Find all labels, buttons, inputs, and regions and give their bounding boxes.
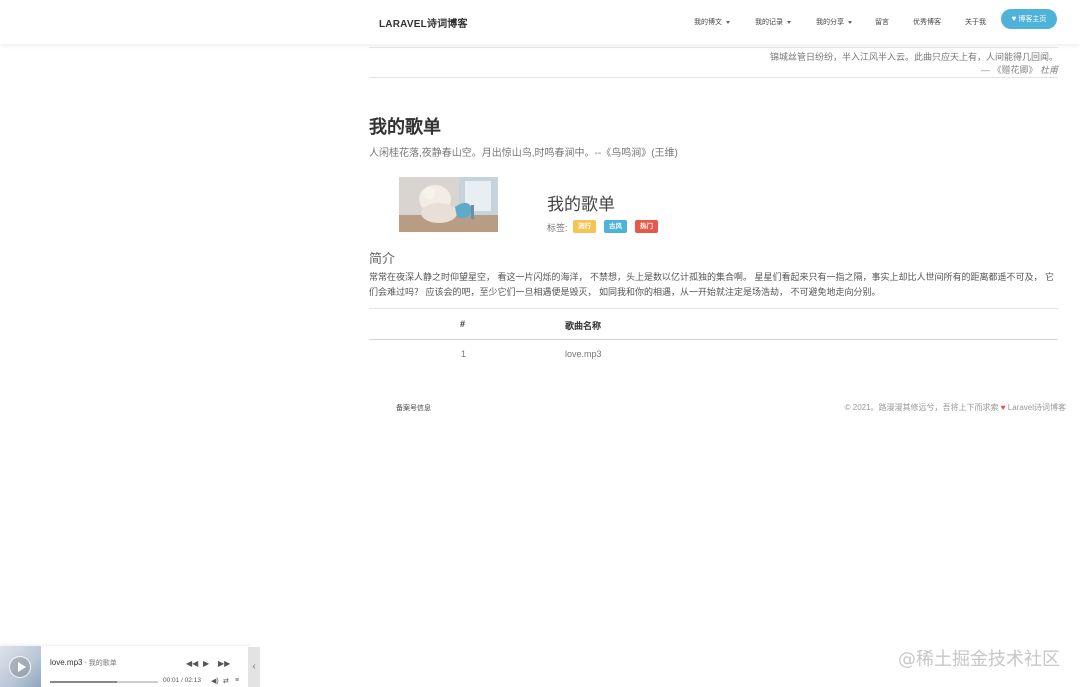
- chevron-down-icon: [787, 20, 791, 24]
- nav-label: 我的记录: [755, 19, 783, 26]
- player-song-title: love.mp3 - 我的歌单: [50, 658, 117, 668]
- blog-home-button[interactable]: ♥ 博客主页: [1001, 9, 1057, 29]
- volume-icon[interactable]: ◀): [211, 677, 219, 685]
- nav-item-messages[interactable]: 留言: [875, 17, 889, 27]
- table-header-index: #: [460, 319, 466, 329]
- play-icon[interactable]: ▶: [203, 659, 209, 668]
- table-cell-song[interactable]: love.mp3: [565, 349, 602, 359]
- nav-item-about[interactable]: 关于我: [965, 17, 986, 27]
- player-cover[interactable]: [0, 646, 41, 687]
- progress-fill: [50, 681, 117, 683]
- home-button-label: 博客主页: [1018, 16, 1047, 23]
- song-artist: - 我的歌单: [82, 660, 117, 667]
- nav-item-blogs[interactable]: 优秀博客: [913, 17, 941, 27]
- footer-copyright: © 2021。路漫漫其修远兮，吾将上下而求索 ♥ Laravel诗词博客: [845, 402, 1066, 413]
- brand-logo[interactable]: LARAVEL诗词博客: [379, 15, 468, 30]
- table-top-border: [369, 308, 1058, 309]
- quote-text: 锦城丝管日纷纷，半入江风半入云。此曲只应天上有，人间能得几回闻。: [769, 52, 1058, 62]
- intro-text: 常常在夜深人静之时仰望星空， 看这一片闪烁的海洋， 不禁想，头上是数以亿计孤独的…: [369, 272, 1055, 297]
- loop-icon[interactable]: ⇄: [223, 677, 229, 685]
- quote-source: — 《赠花卿》 杜甫: [981, 63, 1058, 76]
- quote-source-author: 杜甫: [1039, 65, 1058, 75]
- copyright-text: © 2021。路漫漫其修远兮，吾将上下而求索: [844, 403, 999, 412]
- cover-illustration: [399, 177, 498, 232]
- watermark-text: @稀土掘金技术社区: [898, 649, 1060, 670]
- footer-site-name[interactable]: Laravel诗词博客: [1008, 403, 1066, 412]
- top-navbar: LARAVEL诗词博客 我的博文 我的记录 我的分享 留言 优秀博客 关于我 ♥…: [0, 0, 1080, 44]
- player-time: 00:01 / 02:13: [163, 677, 201, 684]
- nav-item-posts[interactable]: 我的博文: [694, 17, 730, 27]
- quote-source-title: — 《赠花卿》: [980, 65, 1038, 75]
- nav-label: 优秀博客: [913, 19, 941, 26]
- table-cell-index: 1: [461, 349, 467, 359]
- play-overlay-icon[interactable]: [9, 656, 31, 678]
- chevron-down-icon: [726, 20, 730, 24]
- heart-icon: ♥: [998, 403, 1008, 412]
- tags-label: 标签:: [547, 223, 568, 233]
- table-header-song: 歌曲名称: [565, 321, 602, 331]
- tag-badge[interactable]: 热门: [635, 220, 658, 233]
- progress-bar[interactable]: [50, 681, 158, 683]
- page-title: 我的歌单: [369, 117, 441, 138]
- player-collapse-toggle[interactable]: ‹: [248, 647, 260, 687]
- playlist-title: 我的歌单: [547, 195, 615, 215]
- music-player: love.mp3 - 我的歌单 ◀◀ ▶ ▶▶ 00:01 / 02:13 ◀)…: [0, 646, 250, 687]
- nav-label: 我的分享: [816, 19, 844, 26]
- nav-label: 我的博文: [694, 19, 722, 26]
- icp-record-link[interactable]: 备案号信息: [396, 403, 431, 413]
- table-header-border: [369, 339, 1058, 340]
- nav-item-records[interactable]: 我的记录: [755, 17, 791, 27]
- tag-badge[interactable]: 古风: [604, 220, 627, 233]
- nav-label: 关于我: [965, 19, 986, 26]
- playlist-cover-image: [399, 177, 498, 232]
- divider: [369, 47, 1058, 48]
- tag-badge[interactable]: 流行: [573, 220, 596, 233]
- previous-track-icon[interactable]: ◀◀: [186, 659, 198, 668]
- divider: [369, 77, 1058, 78]
- nav-label: 留言: [875, 19, 889, 26]
- heart-icon: ♥: [1011, 14, 1017, 23]
- page-subtitle: 人闲桂花落,夜静春山空。月出惊山鸟,时鸣春涧中。--《鸟鸣涧》(王维): [369, 148, 678, 159]
- next-track-icon[interactable]: ▶▶: [218, 659, 230, 668]
- intro-heading: 简介: [369, 252, 396, 267]
- song-name: love.mp3: [50, 658, 83, 667]
- chevron-down-icon: [848, 20, 852, 24]
- nav-item-shares[interactable]: 我的分享: [816, 17, 852, 27]
- playlist-icon[interactable]: ≡: [235, 677, 239, 684]
